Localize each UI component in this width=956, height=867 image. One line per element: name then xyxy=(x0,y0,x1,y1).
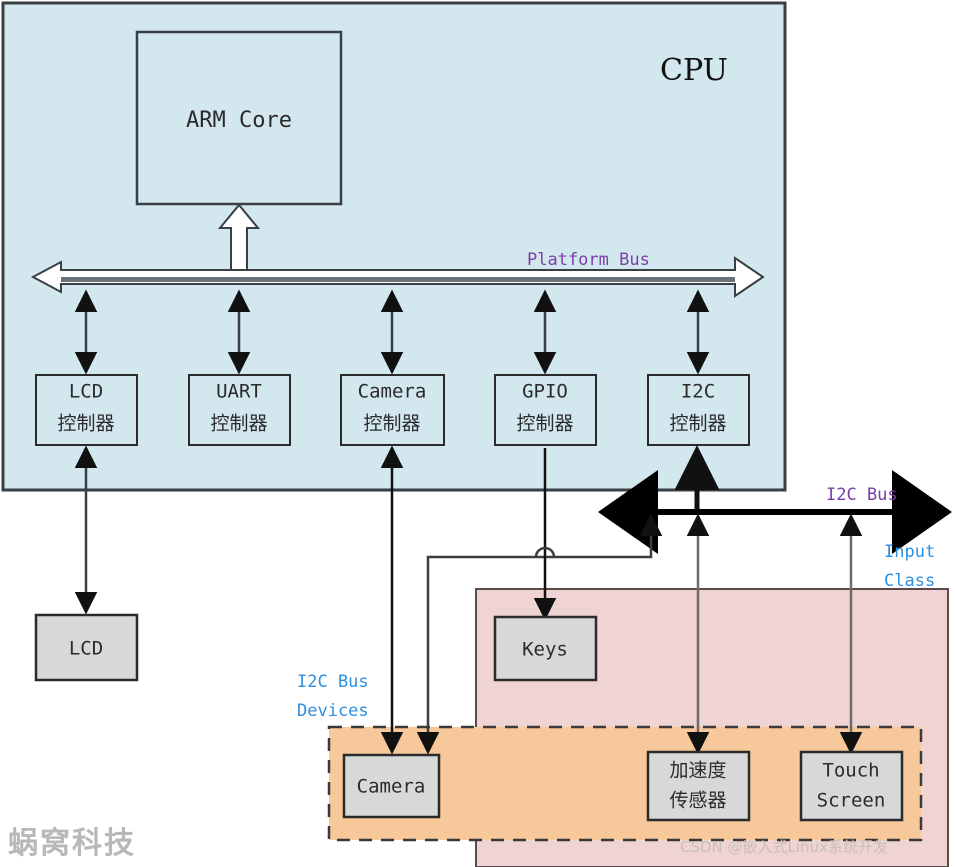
i2c-bus-devices-annotation-line1: I2C Bus xyxy=(297,672,369,692)
gpio-controller-label-line2: 控制器 xyxy=(516,413,573,435)
touchscreen-device[interactable]: Touch Screen xyxy=(799,750,904,822)
lcd-device[interactable]: LCD xyxy=(34,613,139,682)
lcd-controller[interactable]: LCD 控制器 xyxy=(35,374,138,446)
i2c-bus-devices-annotation: I2C Bus Devices xyxy=(297,672,369,721)
input-class-annotation-line1: Input xyxy=(884,542,935,562)
cpu-region-label: CPU xyxy=(660,53,728,88)
platform-bus-label: Platform Bus xyxy=(527,250,650,270)
camera-controller[interactable]: Camera 控制器 xyxy=(340,374,445,446)
accelerometer-device-label-line1: 加速度 xyxy=(669,760,726,782)
uart-controller-label-line1: UART xyxy=(216,381,262,403)
watermark-left: 蜗窝科技 xyxy=(8,826,136,861)
camera-controller-label-line1: Camera xyxy=(358,381,427,403)
lcd-device-label: LCD xyxy=(69,638,103,660)
touchscreen-device-label-line1: Touch xyxy=(822,760,879,782)
uart-controller[interactable]: UART 控制器 xyxy=(188,374,291,446)
camera-device[interactable]: Camera xyxy=(342,753,441,819)
keys-device[interactable]: Keys xyxy=(493,615,598,682)
gpio-controller-label-line1: GPIO xyxy=(522,381,568,403)
uart-controller-label-line2: 控制器 xyxy=(210,413,267,435)
camera-controller-label-line2: 控制器 xyxy=(363,413,420,435)
lcd-controller-label-line2: 控制器 xyxy=(57,413,114,435)
accelerometer-device-label-line2: 传感器 xyxy=(669,790,726,812)
watermark-right: CSDN @嵌入式Linux系统开发 xyxy=(680,838,888,856)
keys-device-label: Keys xyxy=(522,639,568,661)
gpio-controller[interactable]: GPIO 控制器 xyxy=(494,374,597,446)
input-class-annotation-line2: Class xyxy=(884,571,935,591)
i2c-bus-label: I2C Bus xyxy=(826,485,898,505)
diagram-canvas: CPU ARM Core Platform Bus LCD 控制器 UART 控… xyxy=(0,0,956,867)
i2c-controller-label-line1: I2C xyxy=(681,381,715,403)
accelerometer-device[interactable]: 加速度 传感器 xyxy=(646,750,751,822)
i2c-controller-label-line2: 控制器 xyxy=(669,413,726,435)
i2c-controller[interactable]: I2C 控制器 xyxy=(647,374,750,446)
soc-architecture-diagram: CPU ARM Core Platform Bus LCD 控制器 UART 控… xyxy=(1,1,952,867)
touchscreen-device-label-line2: Screen xyxy=(817,790,886,812)
input-class-annotation: Input Class xyxy=(884,542,935,591)
lcd-controller-label-line1: LCD xyxy=(69,381,103,403)
i2c-bus-devices-annotation-line2: Devices xyxy=(297,701,369,721)
camera-device-label: Camera xyxy=(357,776,426,798)
arm-core-label: ARM Core xyxy=(186,108,292,133)
